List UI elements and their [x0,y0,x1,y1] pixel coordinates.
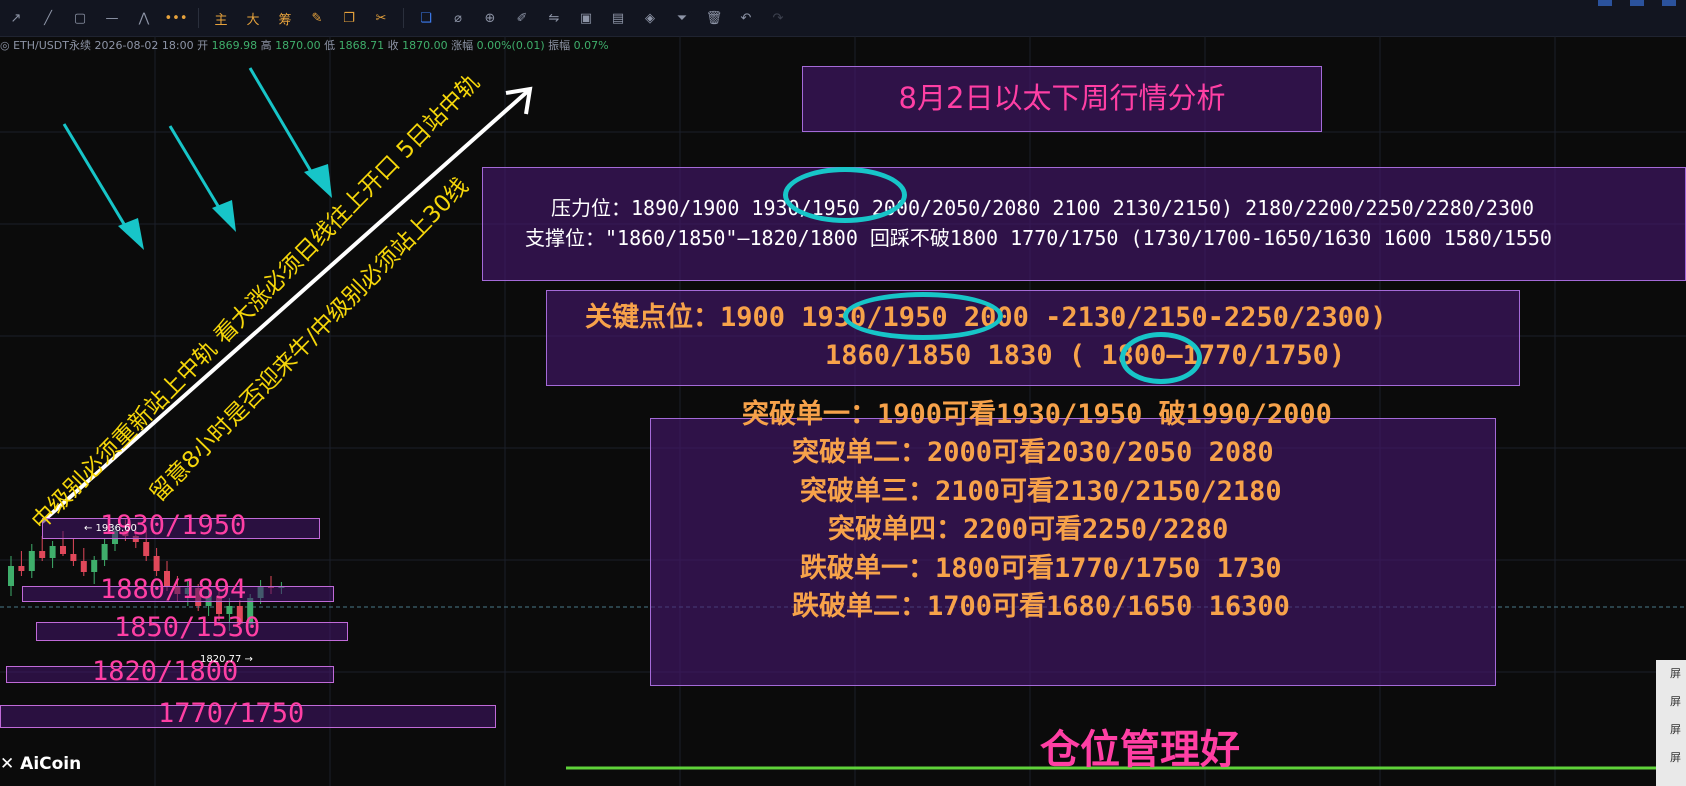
key-levels-line-2: 1860/1850 1830 ( 1800—1770/1750) [825,340,1346,371]
zoom-icon[interactable]: ⊕ [478,6,502,30]
side-item[interactable]: 屏 [1656,660,1686,688]
main-indicator-button[interactable]: 主 [209,6,233,30]
candle-body [18,566,25,571]
horizontal-line-icon[interactable]: — [100,6,124,30]
edit-icon[interactable]: ✎ [305,6,329,30]
datetime-label: 2026-08-02 18:00 [94,39,194,52]
window-control-icon[interactable] [1598,0,1612,6]
big-button[interactable]: 大 [241,6,265,30]
brush-icon[interactable]: ✐ [510,6,534,30]
candle-body [39,551,46,558]
scissors-icon[interactable]: ✂ [369,6,393,30]
window-control-icon[interactable] [1630,0,1644,6]
candle-body [49,546,56,558]
close-label: 收 [387,39,399,52]
layers-icon[interactable]: ❏ [414,6,438,30]
support-line: 支撑位："1860/1850"—1820/1800 回踩不破1800 1770/… [525,226,1552,250]
candle-body [60,546,66,554]
candle-body [101,544,108,560]
high-label: 高 [260,39,272,52]
close-value: 1870.00 [402,39,448,52]
low-value: 1868.71 [338,39,385,52]
open-label: 开 [197,39,209,52]
line-icon[interactable]: ╱ [36,6,60,30]
rectangle-icon[interactable]: ▢ [68,6,92,30]
highlight-ring [783,167,907,223]
position-management-warning: 仓位管理好 [1040,727,1240,773]
cyan-arrow [248,67,318,181]
trash-icon[interactable]: 🗑 [702,6,726,30]
candle-body [143,542,150,556]
candle-body [80,561,87,572]
breakout-line-2: 突破单二：2000可看2030/2050 2080 [792,437,1274,468]
amplitude-label: 振幅 [548,39,571,52]
key-levels-box: 关键点位：1900 1930/1950 2000 -2130/2150-2250… [546,290,1520,386]
filter-icon[interactable]: ⏷ [670,6,694,30]
ohlc-readout: ◎ ETH/USDT永续 2026-08-02 18:00 开 1869.98 … [0,37,609,55]
magnet-icon[interactable]: ◈ [638,6,662,30]
pin-icon[interactable]: ⌀ [446,6,470,30]
compare-icon[interactable]: ⇋ [542,6,566,30]
lock-icon[interactable]: ▣ [574,6,598,30]
candle-body [70,554,77,561]
analysis-title: 8月2日以太下周行情分析 [802,66,1322,132]
candle-body [8,566,14,586]
undo-icon[interactable]: ↶ [734,6,758,30]
candle-body [153,556,160,571]
pointer-icon[interactable]: ↗ [4,6,28,30]
breakout-line-4: 突破单四：2200可看2250/2280 [828,514,1229,545]
logo-text: AiCoin [20,754,82,774]
window-control-icon[interactable] [1662,0,1676,6]
redo-icon[interactable]: ↷ [766,6,790,30]
low-label: 低 [324,39,336,52]
resistance-support-box: 压力位：1890/1900 1930/1950 2000/2050/2080 2… [482,167,1686,281]
highlight-ring [843,292,1003,340]
breakdown-line-2: 跌破单二：1700可看1680/1650 16300 [792,591,1290,622]
drawing-toolbar: ↗ ╱ ▢ — ⋀ ••• 主 大 筹 ✎ ❐ ✂ ❏ ⌀ ⊕ ✐ ⇋ ▣ ▤ … [0,0,1686,37]
more-icon[interactable]: ••• [164,6,188,30]
symbol-label: ETH/USDT永续 [13,39,91,52]
side-item[interactable]: 屏 [1656,688,1686,716]
level-label-1850: 1850/1530 [114,612,261,643]
cyan-arrow [168,125,226,217]
side-panel: 屏 屏 屏 屏 [1656,660,1686,786]
low-price-marker: 1820.77 → [200,654,253,665]
logo-mark-icon: ✕ [0,754,21,774]
save-icon[interactable]: ▤ [606,6,630,30]
copy-icon[interactable]: ❐ [337,6,361,30]
breakout-line-1: 突破单一：1900可看1930/1950 破1990/2000 [742,399,1332,430]
open-value: 1869.98 [211,39,258,52]
side-item[interactable]: 屏 [1656,716,1686,744]
chips-button[interactable]: 筹 [273,6,297,30]
highlight-ring [1120,332,1202,384]
toolbar-divider [403,8,404,28]
breakout-line-3: 突破单三：2100可看2130/2150/2180 [800,476,1282,507]
side-item[interactable]: 屏 [1656,744,1686,772]
amplitude-value: 0.07% [573,39,609,52]
toolbar-divider [198,8,199,28]
change-value: 0.00%(0.01) [476,39,545,52]
breakdown-line-1: 跌破单一：1800可看1770/1750 1730 [800,553,1282,584]
candle-body [28,551,35,571]
high-price-marker: ← 1936.60 [84,523,137,534]
change-label: 涨幅 [451,39,474,52]
window-controls [1598,0,1686,10]
high-value: 1870.00 [275,39,321,52]
cyan-arrow [62,123,132,235]
resistance-line: 压力位：1890/1900 1930/1950 2000/2050/2080 2… [551,196,1535,220]
aicoin-logo: ✕ AiCoin [0,754,81,774]
level-label-1880: 1880/1894 [100,574,247,605]
pattern-icon[interactable]: ⋀ [132,6,156,30]
chart-settings-icon[interactable]: ◎ [0,39,13,52]
candle-body [91,560,98,572]
level-label-1770: 1770/1750 [158,698,305,729]
